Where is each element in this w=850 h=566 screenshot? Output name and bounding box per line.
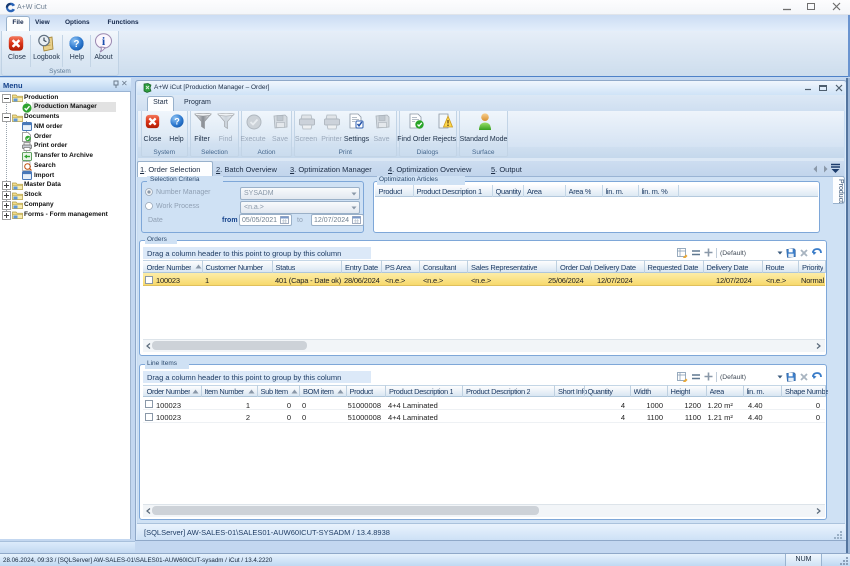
svg-text:?: ?: [74, 39, 80, 50]
svg-text:?: ?: [174, 116, 180, 126]
